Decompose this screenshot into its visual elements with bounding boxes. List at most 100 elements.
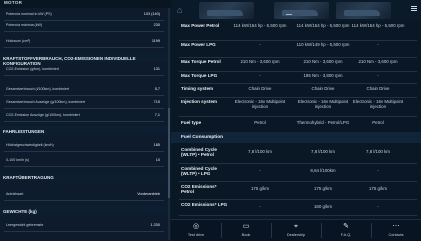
- row-divider: [4, 107, 164, 108]
- fuel-consumption-header: Fuel Consumption: [171, 132, 421, 143]
- bottom-nav: ◎ Test drive ▭ Book ⌖ Dealership ✎ F.A.Q. ⋯ Conta…: [171, 219, 421, 241]
- fuel-consumption-title: Fuel Consumption: [181, 135, 224, 140]
- nav-label: Test drive: [187, 233, 205, 237]
- compare-cell: -: [259, 42, 261, 47]
- compare-row: Max Power Petrol 114 kW/154 hp - 5,500 rp…: [171, 21, 421, 40]
- compare-row-label: Timing system: [181, 86, 214, 91]
- spec-row: Höchstgeschwindigkeit (km/h) 185: [0, 140, 168, 151]
- nav-divider: [371, 223, 372, 238]
- fuel-row-label: Combined Cycle (WLTP) • Petrol: [181, 147, 217, 158]
- nav-label: Dealership: [286, 233, 306, 237]
- spec-value: 5,7: [154, 87, 160, 91]
- spec-label: Antriebsart: [6, 192, 24, 196]
- nav-divider: [271, 223, 272, 238]
- spec-label: Gesamtverbrauch (l/100km), kombiniert: [6, 87, 70, 91]
- compare-cell: -: [377, 42, 379, 47]
- nav-label: Book: [241, 233, 251, 237]
- more-icon: ⋯: [392, 223, 400, 230]
- compare-row: Max Torque Petrol 210 Nm - 3,600 rpm 210 N…: [171, 57, 421, 71]
- compare-row: Max Torque LPG - 195 Nm - 3,800 rpm -: [171, 71, 421, 83]
- spec-value: 230: [153, 23, 160, 27]
- compare-cell: Thermohybrid - Petrol/LPG: [296, 120, 350, 125]
- compare-cell: 210 Nm - 3,600 rpm: [303, 59, 343, 64]
- nav-test-drive[interactable]: ◎ Test drive: [171, 220, 221, 241]
- section-header: KRAFTSTOFFVERBRAUCH, CO2-EMISSIONEN INDI…: [0, 53, 168, 66]
- left-scrollbar-thumb[interactable]: [168, 108, 170, 198]
- carousel-indicator: [286, 2, 302, 15]
- nav-book[interactable]: ▭ Book: [221, 220, 271, 241]
- nav-dealership[interactable]: ⌖ Dealership: [271, 220, 321, 241]
- car-thumbnail-2[interactable]: [274, 2, 329, 19]
- row-divider: [4, 150, 164, 151]
- fuel-cell: -: [259, 168, 261, 173]
- compare-cell: -: [377, 73, 379, 78]
- spec-value: 10: [155, 158, 160, 162]
- fuel-cell: -: [377, 168, 379, 173]
- compare-row-label: Max Power LPG: [181, 42, 216, 47]
- car-thumbnail-1[interactable]: [199, 2, 254, 19]
- row-divider: [4, 74, 164, 75]
- compare-cell: Chain Drive: [311, 86, 335, 91]
- compare-cell: Chain Drive: [366, 86, 390, 91]
- fuel-cell: 160 g/km: [313, 204, 333, 209]
- compare-cell: -: [259, 73, 261, 78]
- spec-label: Leergewicht gebremste: [6, 223, 44, 227]
- spec-row: Potencia máxima (kW) 230: [0, 20, 168, 31]
- nav-contacts[interactable]: ⋯ Contacts: [371, 220, 421, 241]
- fuel-cell: 7,8 l/100 km: [248, 149, 272, 154]
- spec-row: Potencia nominal in kW (PS) 103 (140): [0, 9, 168, 20]
- left-topbar: MOTOR: [0, 0, 171, 8]
- location-pin-icon: ⌖: [294, 223, 298, 230]
- brand-icon: ⌂: [177, 5, 183, 15]
- nav-f-a-q[interactable]: ✎ F.A.Q.: [321, 220, 371, 241]
- spec-label: Hubraum (cm³): [6, 39, 31, 43]
- fuel-cell: 9,64 l/100km: [310, 168, 336, 173]
- spec-row: Antriebsart Vorderantrieb: [0, 189, 168, 200]
- compare-header: ⌂: [171, 0, 421, 21]
- fuel-cell: -: [259, 204, 261, 209]
- hamburger-icon[interactable]: [411, 6, 417, 11]
- compare-row: Injection system Electronic - 16v Multipo…: [171, 97, 421, 116]
- section-header-label: GEWICHTE (kg): [3, 208, 37, 214]
- left-scrollbar[interactable]: [168, 8, 170, 240]
- spec-label: Gesamtverbrauch Auszüge (g/100km), kombi…: [6, 100, 86, 104]
- wrench-icon: ✎: [343, 223, 349, 230]
- fuel-row-label: CO2 Emissions* LPG: [181, 202, 228, 207]
- compare-cell: Electronic - 16v Multipoint injection: [297, 99, 349, 110]
- fuel-cell: 7,8 l/100 km: [311, 149, 335, 154]
- compare-panel: ⌂ Max Power Petrol 114 kW/154 hp - 5,500 …: [171, 0, 421, 240]
- nav-divider: [321, 223, 322, 238]
- car-thumbnail-3[interactable]: [336, 2, 391, 19]
- steering-wheel-icon: ◎: [192, 223, 200, 230]
- compare-row-label: Max Power Petrol: [181, 23, 220, 28]
- compare-cell: Petrol: [254, 120, 266, 125]
- section-header: GEWICHTE (kg): [0, 206, 168, 215]
- fuel-row-label: CO2 Emissions* Petrol: [181, 184, 217, 195]
- spec-value: 131: [153, 67, 160, 71]
- fuel-cell: 7,8 l/100 km: [366, 149, 390, 154]
- spec-value: Vorderantrieb: [137, 192, 160, 196]
- spec-row: Hubraum (cm³) 1199: [0, 36, 168, 47]
- compare-row: Max Power LPG - 110 kW/149 hp - 5,500 rpm -: [171, 40, 421, 57]
- compare-cell: 210 Nm - 3,600 rpm: [358, 59, 398, 64]
- section-header-label: FAHRLEISTUNGEN: [3, 128, 45, 134]
- row-divider: [4, 46, 164, 47]
- section-header: KRAFTÜBERTRAGUNG: [0, 172, 168, 181]
- compare-cell: 110 kW/149 hp - 5,500 rpm: [296, 42, 350, 47]
- row-divider: [4, 30, 164, 31]
- spec-label: Höchstgeschwindigkeit (km/h): [6, 143, 54, 147]
- compare-cell: Chain Drive: [248, 86, 272, 91]
- row-divider: [4, 230, 164, 231]
- fuel-cell: 175 g/km: [313, 186, 333, 191]
- compare-row-label: Injection system: [181, 99, 217, 104]
- fuel-cell: 175 g/km: [250, 186, 270, 191]
- compare-cell: Electronic - 16v Multipoint injection: [234, 99, 286, 110]
- wallet-icon: ▭: [242, 223, 250, 230]
- fuel-row: Combined Cycle (WLTP) • LPG - 9,64 l/100km…: [171, 163, 421, 181]
- fuel-cell: 175 g/km: [368, 186, 388, 191]
- nav-divider: [221, 223, 222, 238]
- nav-label: F.A.Q.: [340, 233, 352, 237]
- compare-cell: 195 Nm - 3,800 rpm: [303, 73, 343, 78]
- spec-label: Potencia máxima (kW): [6, 23, 43, 27]
- spec-label: 0-100 km/h (s): [6, 158, 30, 162]
